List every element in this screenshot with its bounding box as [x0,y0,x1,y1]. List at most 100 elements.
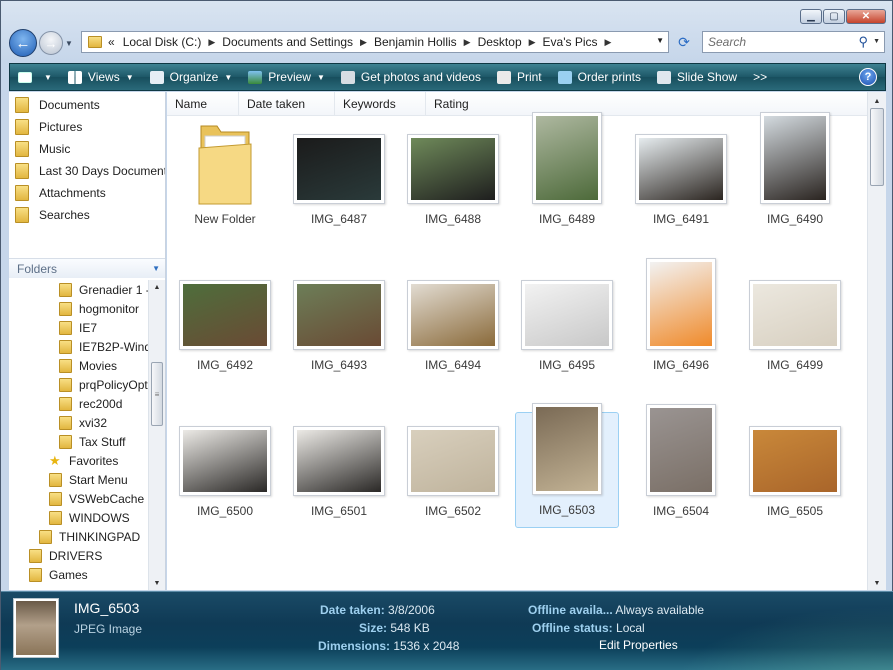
tree-item[interactable]: THINKINGPAD [9,527,148,546]
slide-show-button[interactable]: Slide Show [649,64,745,90]
organize-icon [149,70,164,84]
breadcrumb-item[interactable]: Desktop [478,35,522,49]
image-item[interactable]: IMG_6501 [287,412,391,528]
scroll-thumb[interactable] [870,108,884,186]
tree-item[interactable]: IE7B2P-Wind [9,337,148,356]
chevron-down-icon[interactable]: ▼ [152,264,160,273]
tree-item[interactable]: IE7 [9,318,148,337]
breadcrumb-item[interactable]: Benjamin Hollis [374,35,457,49]
image-item[interactable] [743,558,847,590]
organize-button[interactable]: Organize ▼ [142,64,241,90]
chevron-right-icon[interactable]: ▶ [605,37,612,48]
column-header-date-taken[interactable]: Date taken [239,92,335,116]
minimize-button[interactable]: ▁ [800,9,822,24]
image-item[interactable]: IMG_6492 [173,266,277,382]
slide-show-icon [657,70,672,84]
tree-item[interactable]: Tax Stuff [9,432,148,451]
breadcrumb-item[interactable]: Local Disk (C:) [123,35,202,49]
refresh-button[interactable]: ⟳ [673,31,695,53]
back-button[interactable]: ← [9,29,37,57]
image-item[interactable]: IMG_6504 [629,404,733,528]
help-button[interactable]: ? [859,68,877,86]
tree-item[interactable]: prqPolicyOpt [9,375,148,394]
close-button[interactable]: ✕ [846,9,886,24]
tree-item[interactable]: hogmonitor [9,299,148,318]
address-dropdown-icon[interactable]: ▼ [656,36,664,45]
favorite-link[interactable]: Documents [9,94,165,116]
more-commands-button[interactable]: >> [745,64,775,90]
image-item[interactable] [287,558,391,590]
favorite-link[interactable]: Music [9,138,165,160]
preview-button[interactable]: Preview ▼ [240,64,333,90]
image-item[interactable]: IMG_6493 [287,266,391,382]
search-icon[interactable]: ⚲ [858,34,868,50]
tree-item[interactable]: Start Menu [9,470,148,489]
favorite-link[interactable]: Last 30 Days Documents [9,160,165,182]
tree-item[interactable]: Grenadier 1 - [9,280,148,299]
image-item[interactable]: IMG_6487 [287,120,391,236]
scroll-thumb[interactable]: ≡ [151,362,163,426]
folder-tree-scrollbar[interactable]: ▲ ≡ ▼ [148,280,165,590]
image-item[interactable]: IMG_6505 [743,412,847,528]
chevron-right-icon[interactable]: ▶ [208,37,215,48]
image-item[interactable]: IMG_6503 [515,403,619,528]
image-item[interactable]: IMG_6499 [743,266,847,382]
chevron-right-icon[interactable]: ▶ [360,37,367,48]
chevron-right-icon[interactable]: ▶ [529,37,536,48]
image-item[interactable]: IMG_6488 [401,120,505,236]
tree-item[interactable]: ★ Favorites [9,451,148,470]
get-photos-button[interactable]: Get photos and videos [333,64,489,90]
image-item[interactable] [173,558,277,590]
image-item[interactable]: IMG_6490 [743,112,847,236]
tree-item[interactable]: VSWebCache [9,489,148,508]
image-item[interactable]: IMG_6500 [173,412,277,528]
image-item[interactable]: IMG_6491 [629,120,733,236]
image-item[interactable]: IMG_6502 [401,412,505,528]
folder-item[interactable]: New Folder [173,120,277,236]
tree-item[interactable]: DRIVERS [9,546,148,565]
tree-item[interactable]: Movies [9,356,148,375]
column-header-rating[interactable]: Rating [426,92,516,116]
scroll-up-button[interactable]: ▲ [149,280,165,294]
scroll-down-button[interactable]: ▼ [149,576,165,590]
search-input[interactable]: Search [708,35,746,49]
tree-item[interactable]: Games [9,565,148,584]
search-box[interactable]: Search ⚲ ▼ [702,31,885,53]
tree-item[interactable]: rec200d [9,394,148,413]
forward-button[interactable]: → [39,31,63,55]
scroll-up-button[interactable]: ▲ [868,94,886,108]
image-item[interactable] [515,558,619,590]
column-header-keywords[interactable]: Keywords [335,92,426,116]
file-list-scrollbar[interactable]: ▲ ▼ [867,92,886,590]
folders-header[interactable]: Folders ▼ [9,258,165,278]
favorite-link[interactable]: Attachments [9,182,165,204]
layout-button[interactable]: ▼ [10,64,60,90]
address-bar[interactable]: « Local Disk (C:) ▶ Documents and Setting… [81,31,669,53]
tree-item[interactable]: WINDOWS [9,508,148,527]
breadcrumb-item[interactable]: Documents and Settings [222,35,353,49]
item-label: New Folder [194,212,256,226]
tree-item-label: THINKINGPAD [59,529,141,544]
print-button[interactable]: Print [489,64,550,90]
scroll-down-button[interactable]: ▼ [868,576,886,590]
image-item[interactable]: IMG_6496 [629,258,733,382]
breadcrumb-overflow[interactable]: « [108,35,115,49]
chevron-right-icon[interactable]: ▶ [464,37,471,48]
order-prints-button[interactable]: Order prints [550,64,649,90]
tree-item[interactable]: xvi32 [9,413,148,432]
edit-properties-link[interactable]: Edit Properties [599,638,678,652]
image-item[interactable]: IMG_6494 [401,266,505,382]
image-item[interactable]: IMG_6489 [515,112,619,236]
column-header-name[interactable]: Name [167,92,239,116]
image-item[interactable]: IMG_6495 [515,266,619,382]
favorite-link[interactable]: Searches [9,204,165,226]
breadcrumb-item[interactable]: Eva's Pics [543,35,598,49]
folder-icon [49,491,62,506]
favorite-link[interactable]: Pictures [9,116,165,138]
views-button[interactable]: Views ▼ [60,64,142,90]
recent-pages-dropdown[interactable]: ▼ [65,39,77,48]
search-options-dropdown-icon[interactable]: ▼ [873,38,880,45]
maximize-button[interactable]: ▢ [823,9,845,24]
image-item[interactable] [401,558,505,590]
favorite-label: Searches [39,208,90,222]
